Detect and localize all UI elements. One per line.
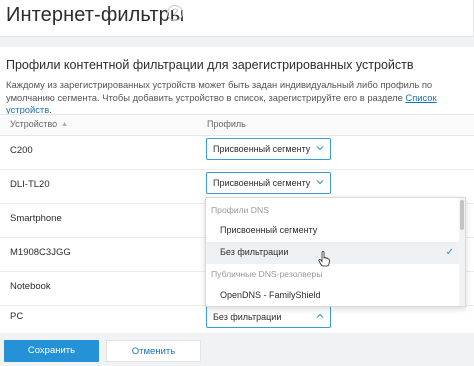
cancel-button[interactable]: Отменить	[106, 340, 201, 362]
device-name: PC	[10, 311, 24, 322]
profile-dropdown-menu: Профили DNS Присвоенный сегменту Без фил…	[205, 197, 466, 307]
device-name: Notebook	[10, 281, 51, 292]
chevron-up-icon	[316, 313, 324, 318]
sort-asc-icon: ▲	[61, 121, 69, 128]
dropdown-item-no-filter[interactable]: Без фильтрации ✓	[206, 242, 460, 264]
profile-select-value: Без фильтрации	[213, 312, 282, 322]
column-header-profile: Профиль	[207, 119, 246, 129]
page-header: Интернет-фильтры ?	[0, 0, 474, 37]
dropdown-item-label: Без фильтрации	[220, 247, 289, 257]
dropdown-item-label: OpenDNS - FamilyShield	[220, 290, 321, 300]
help-icon[interactable]: ?	[167, 5, 183, 21]
column-header-device[interactable]: Устройство ▲	[10, 119, 68, 129]
description-text: Каждому из зарегистрированных устройств …	[6, 79, 433, 103]
dropdown-scrollbar[interactable]	[459, 198, 465, 306]
section-description: Каждому из зарегистрированных устройств …	[6, 79, 474, 117]
table-row: C200 Присвоенный сегменту	[0, 135, 474, 170]
profile-select-value: Присвоенный сегменту	[213, 178, 311, 188]
device-name: C200	[10, 145, 33, 156]
page-background-band	[0, 37, 474, 47]
table-row: PC Без фильтрации	[0, 302, 474, 336]
device-name: Smartphone	[10, 213, 62, 224]
save-button[interactable]: Сохранить	[4, 340, 99, 362]
chevron-down-icon	[316, 180, 324, 185]
dropdown-item-assigned[interactable]: Присвоенный сегменту	[206, 220, 460, 242]
hand-cursor-icon	[318, 251, 330, 267]
column-device-label: Устройство	[10, 119, 58, 129]
device-name: M1908C3JGG	[10, 247, 71, 258]
page-title: Интернет-фильтры	[6, 4, 185, 26]
dropdown-item-label: Присвоенный сегменту	[220, 225, 318, 235]
dropdown-group-public-dns: Публичные DNS-резолверы	[211, 269, 323, 279]
profile-select[interactable]: Присвоенный сегменту	[206, 172, 331, 194]
device-name: DLI-TL20	[10, 179, 50, 190]
profile-select-value: Присвоенный сегменту	[213, 144, 311, 154]
profile-select-open[interactable]: Без фильтрации	[206, 306, 331, 328]
check-icon: ✓	[445, 247, 454, 258]
section-title: Профили контентной фильтрации для зареги…	[6, 58, 414, 72]
chevron-down-icon	[316, 146, 324, 151]
dropdown-item-opendns[interactable]: OpenDNS - FamilyShield	[206, 285, 460, 306]
table-header: Устройство ▲ Профиль	[0, 114, 474, 136]
dropdown-group-dns-profiles: Профили DNS	[211, 205, 269, 215]
dropdown-scrollbar-thumb[interactable]	[460, 200, 464, 230]
profile-select[interactable]: Присвоенный сегменту	[206, 138, 331, 160]
